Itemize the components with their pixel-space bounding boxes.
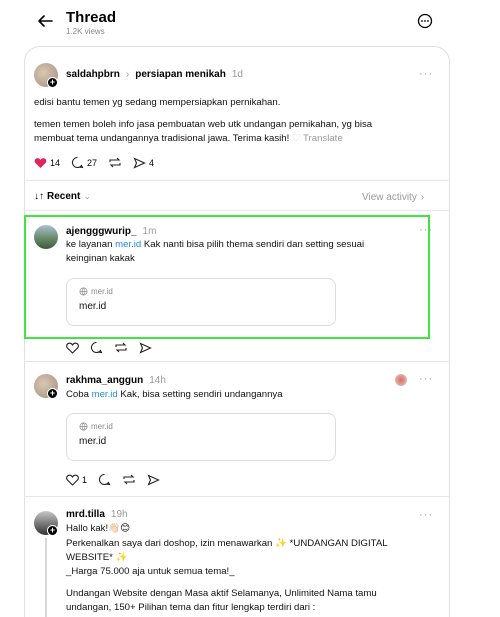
reply-text-line: Hallo kak!👋🏻😊 <box>66 523 131 534</box>
view-activity-label: View activity <box>362 192 417 203</box>
reply-more-icon[interactable]: ··· <box>419 509 433 521</box>
share-button[interactable] <box>139 341 152 354</box>
divider <box>24 496 450 497</box>
chevron-right-icon: › <box>125 69 130 80</box>
top-bar: Thread 1.2K views <box>0 0 500 44</box>
repost-icon <box>115 342 127 353</box>
like-button[interactable]: 1 <box>66 474 87 486</box>
post-actions: 14 27 4 <box>34 156 165 169</box>
reply-username[interactable]: mrd.tilla <box>66 509 105 520</box>
post-username[interactable]: saldahpbrn <box>66 69 120 80</box>
repost-button[interactable] <box>114 341 128 354</box>
like-button[interactable]: 14 <box>34 157 60 169</box>
repost-button[interactable] <box>122 473 136 486</box>
share-icon <box>133 156 146 169</box>
repost-button[interactable] <box>108 156 122 169</box>
reply-link[interactable]: mer.id <box>92 389 118 400</box>
reply-icon <box>71 156 84 169</box>
share-icon <box>147 473 160 486</box>
reply-icon <box>98 473 111 486</box>
preview-domain: mer.id <box>79 422 113 431</box>
link-preview-card[interactable]: mer.id mer.id <box>66 413 336 461</box>
reply-time: 14h <box>149 375 166 386</box>
chevron-down-icon: ⌄ <box>83 191 91 201</box>
heart-outline-icon <box>66 474 79 486</box>
divider <box>24 180 450 181</box>
chevron-right-icon: › <box>420 192 425 203</box>
like-button[interactable] <box>66 342 79 354</box>
reply-text-line: Undangan Website dengan Masa aktif Selam… <box>66 588 377 599</box>
post-text-line: temen temen boleh info jasa pembuatan we… <box>34 119 373 130</box>
reaction-avatar <box>395 374 407 386</box>
heart-outline-icon <box>66 342 79 354</box>
follow-plus-icon[interactable]: + <box>47 525 58 536</box>
post-text-line: membuat tema undangannya tradisional jaw… <box>34 132 343 146</box>
reply-more-icon[interactable]: ··· <box>419 373 433 385</box>
divider <box>24 361 450 362</box>
page-title: Thread <box>66 9 117 26</box>
translate-link[interactable]: Translate <box>303 133 343 144</box>
view-count: 1.2K views <box>66 27 105 36</box>
repost-icon <box>123 474 135 485</box>
share-button[interactable] <box>147 473 160 486</box>
preview-title: mer.id <box>79 436 107 447</box>
share-count: 4 <box>149 157 155 168</box>
more-options-icon[interactable] <box>417 13 433 29</box>
selection-highlight <box>24 215 430 339</box>
reply-button[interactable]: 27 <box>71 156 97 169</box>
sort-label: Recent <box>47 191 81 202</box>
preview-domain-label: mer.id <box>91 422 113 431</box>
reply-icon <box>90 341 103 354</box>
share-button[interactable]: 4 <box>133 156 155 169</box>
heart-outline-icon: ♡ <box>291 133 301 144</box>
reply-text-part: Kak, bisa setting sendiri undangannya <box>117 389 283 400</box>
sort-dropdown[interactable]: ↓↑ Recent ⌄ <box>34 191 91 202</box>
repost-icon <box>109 157 121 168</box>
reply-button[interactable] <box>90 341 103 354</box>
reply-username[interactable]: rakhma_anggun <box>66 375 143 386</box>
like-count: 14 <box>50 157 61 168</box>
reply-count: 27 <box>87 157 98 168</box>
reply-actions: 1 <box>66 473 171 486</box>
reply-text-part: Coba <box>66 389 92 400</box>
post-more-icon[interactable]: ··· <box>419 68 433 80</box>
post-text: membuat tema undangannya tradisional jaw… <box>34 133 290 144</box>
reply-text-line: Perkenalkan saya dari doshop, izin menaw… <box>66 538 388 549</box>
reply-text-line: undangan, 150+ Pilihan tema dan fitur le… <box>66 602 316 613</box>
divider <box>24 210 450 211</box>
reply-text-line: WEBSITE* ✨ <box>66 552 128 563</box>
sort-arrows-icon: ↓↑ <box>34 191 44 202</box>
thread-line <box>45 538 47 617</box>
back-arrow-icon[interactable] <box>36 12 54 30</box>
post-time: 1d <box>231 69 243 80</box>
reply-text-line: _Harga 75.000 aja untuk semua tema!_ <box>66 566 235 577</box>
post-topic[interactable]: persiapan menikah <box>135 69 226 80</box>
view-activity-link[interactable]: View activity › <box>362 192 424 203</box>
globe-icon <box>79 422 88 431</box>
reply-text: Coba mer.id Kak, bisa setting sendiri un… <box>66 388 283 402</box>
heart-filled-icon <box>34 157 47 168</box>
reply-actions <box>66 341 163 354</box>
share-icon <box>139 341 152 354</box>
reply-button[interactable] <box>98 473 111 486</box>
follow-plus-icon[interactable]: + <box>47 77 58 88</box>
post-text-line: edisi bantu temen yg sedang mempersiapka… <box>34 97 281 108</box>
follow-plus-icon[interactable]: + <box>47 388 58 399</box>
like-count: 1 <box>82 474 88 485</box>
reply-time: 19h <box>110 509 128 520</box>
